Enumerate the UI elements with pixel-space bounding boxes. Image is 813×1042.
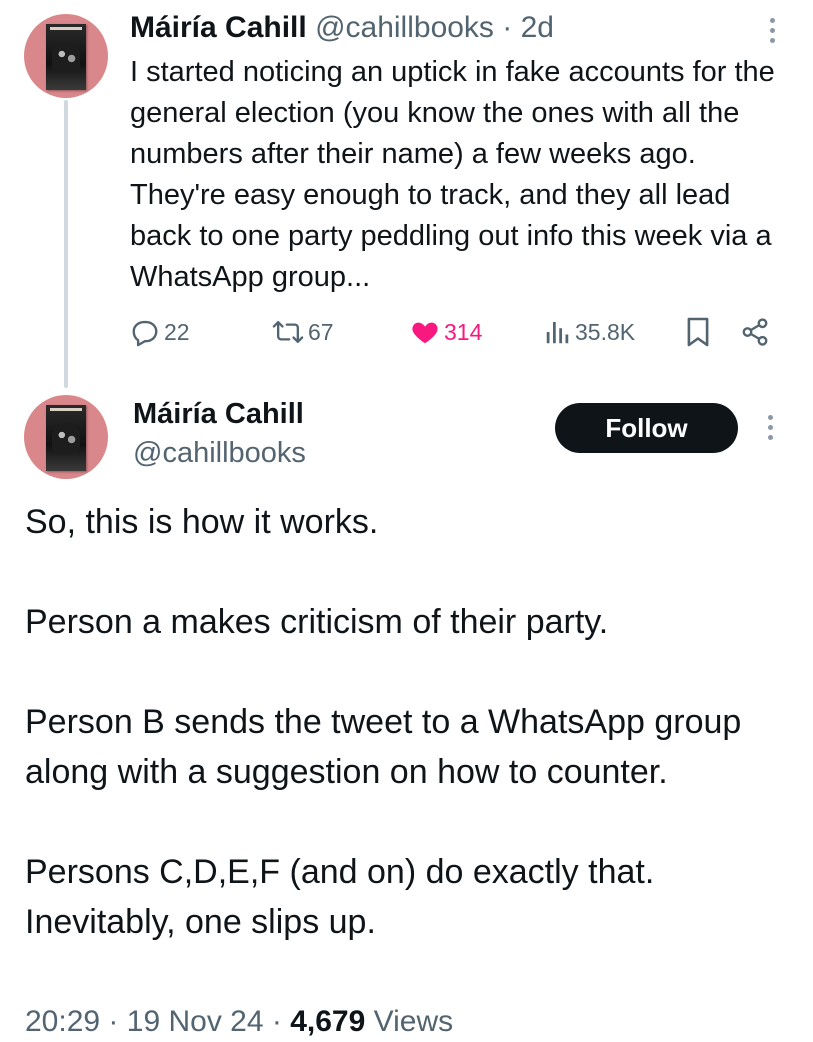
author-name[interactable]: Máiría Cahill	[130, 11, 307, 44]
views-icon	[546, 322, 569, 344]
like-icon	[412, 322, 438, 344]
author-name[interactable]: Máiría Cahill	[133, 396, 304, 432]
book-cover-image	[46, 405, 86, 471]
tweet-meta: 20:29 · 19 Nov 24 · 4,679 Views	[25, 1002, 453, 1042]
tweet-paragraph: So, this is how it works.	[25, 503, 379, 541]
book-cover-image	[46, 24, 86, 90]
tweet-actions-bar: 22 67 314 35.8K	[130, 310, 780, 354]
more-icon[interactable]	[768, 18, 776, 43]
views-count: 4,679	[290, 1005, 366, 1038]
author-handle[interactable]: @cahillbooks	[315, 11, 494, 44]
avatar[interactable]	[24, 14, 108, 98]
bookmark-icon	[687, 317, 709, 347]
share-icon	[742, 318, 768, 346]
repost-count: 67	[308, 318, 334, 345]
avatar[interactable]	[24, 395, 108, 479]
views-count: 35.8K	[575, 318, 636, 345]
reply-button[interactable]: 22	[130, 310, 190, 354]
tweet-paragraph: Persons C,D,E,F (and on) do exactly that…	[25, 853, 655, 941]
parent-tweet-header: Máiría Cahill @cahillbooks · 2d	[130, 10, 554, 46]
reply-icon	[132, 320, 158, 347]
tweet-time[interactable]: 20:29	[25, 1005, 100, 1038]
parent-tweet-text: I started noticing an uptick in fake acc…	[130, 56, 775, 293]
header-separator: ·	[502, 11, 513, 44]
share-button[interactable]	[740, 310, 770, 354]
tweet-time-ago[interactable]: 2d	[521, 11, 554, 44]
bookmark-button[interactable]	[685, 310, 711, 354]
follow-button[interactable]: Follow	[555, 403, 738, 453]
tweet-paragraph: Person B sends the tweet to a WhatsApp g…	[25, 703, 742, 791]
tweet-date[interactable]: 19 Nov 24	[127, 1005, 264, 1038]
more-icon[interactable]	[766, 415, 774, 440]
like-button[interactable]: 314	[410, 310, 482, 354]
meta-separator: ·	[271, 1005, 282, 1038]
repost-button[interactable]: 67	[272, 310, 334, 354]
repost-icon	[272, 320, 304, 344]
meta-separator: ·	[108, 1005, 119, 1038]
like-count: 314	[444, 318, 483, 345]
main-tweet-text: So, this is how it works. Person a makes…	[25, 497, 795, 947]
author-handle[interactable]: @cahillbooks	[133, 434, 306, 472]
tweet-paragraph: Person a makes criticism of their party.	[25, 603, 609, 641]
reply-count: 22	[164, 318, 190, 345]
views-button[interactable]: 35.8K	[545, 310, 635, 354]
views-label: Views	[373, 1005, 454, 1038]
thread-connector-line	[64, 100, 68, 388]
